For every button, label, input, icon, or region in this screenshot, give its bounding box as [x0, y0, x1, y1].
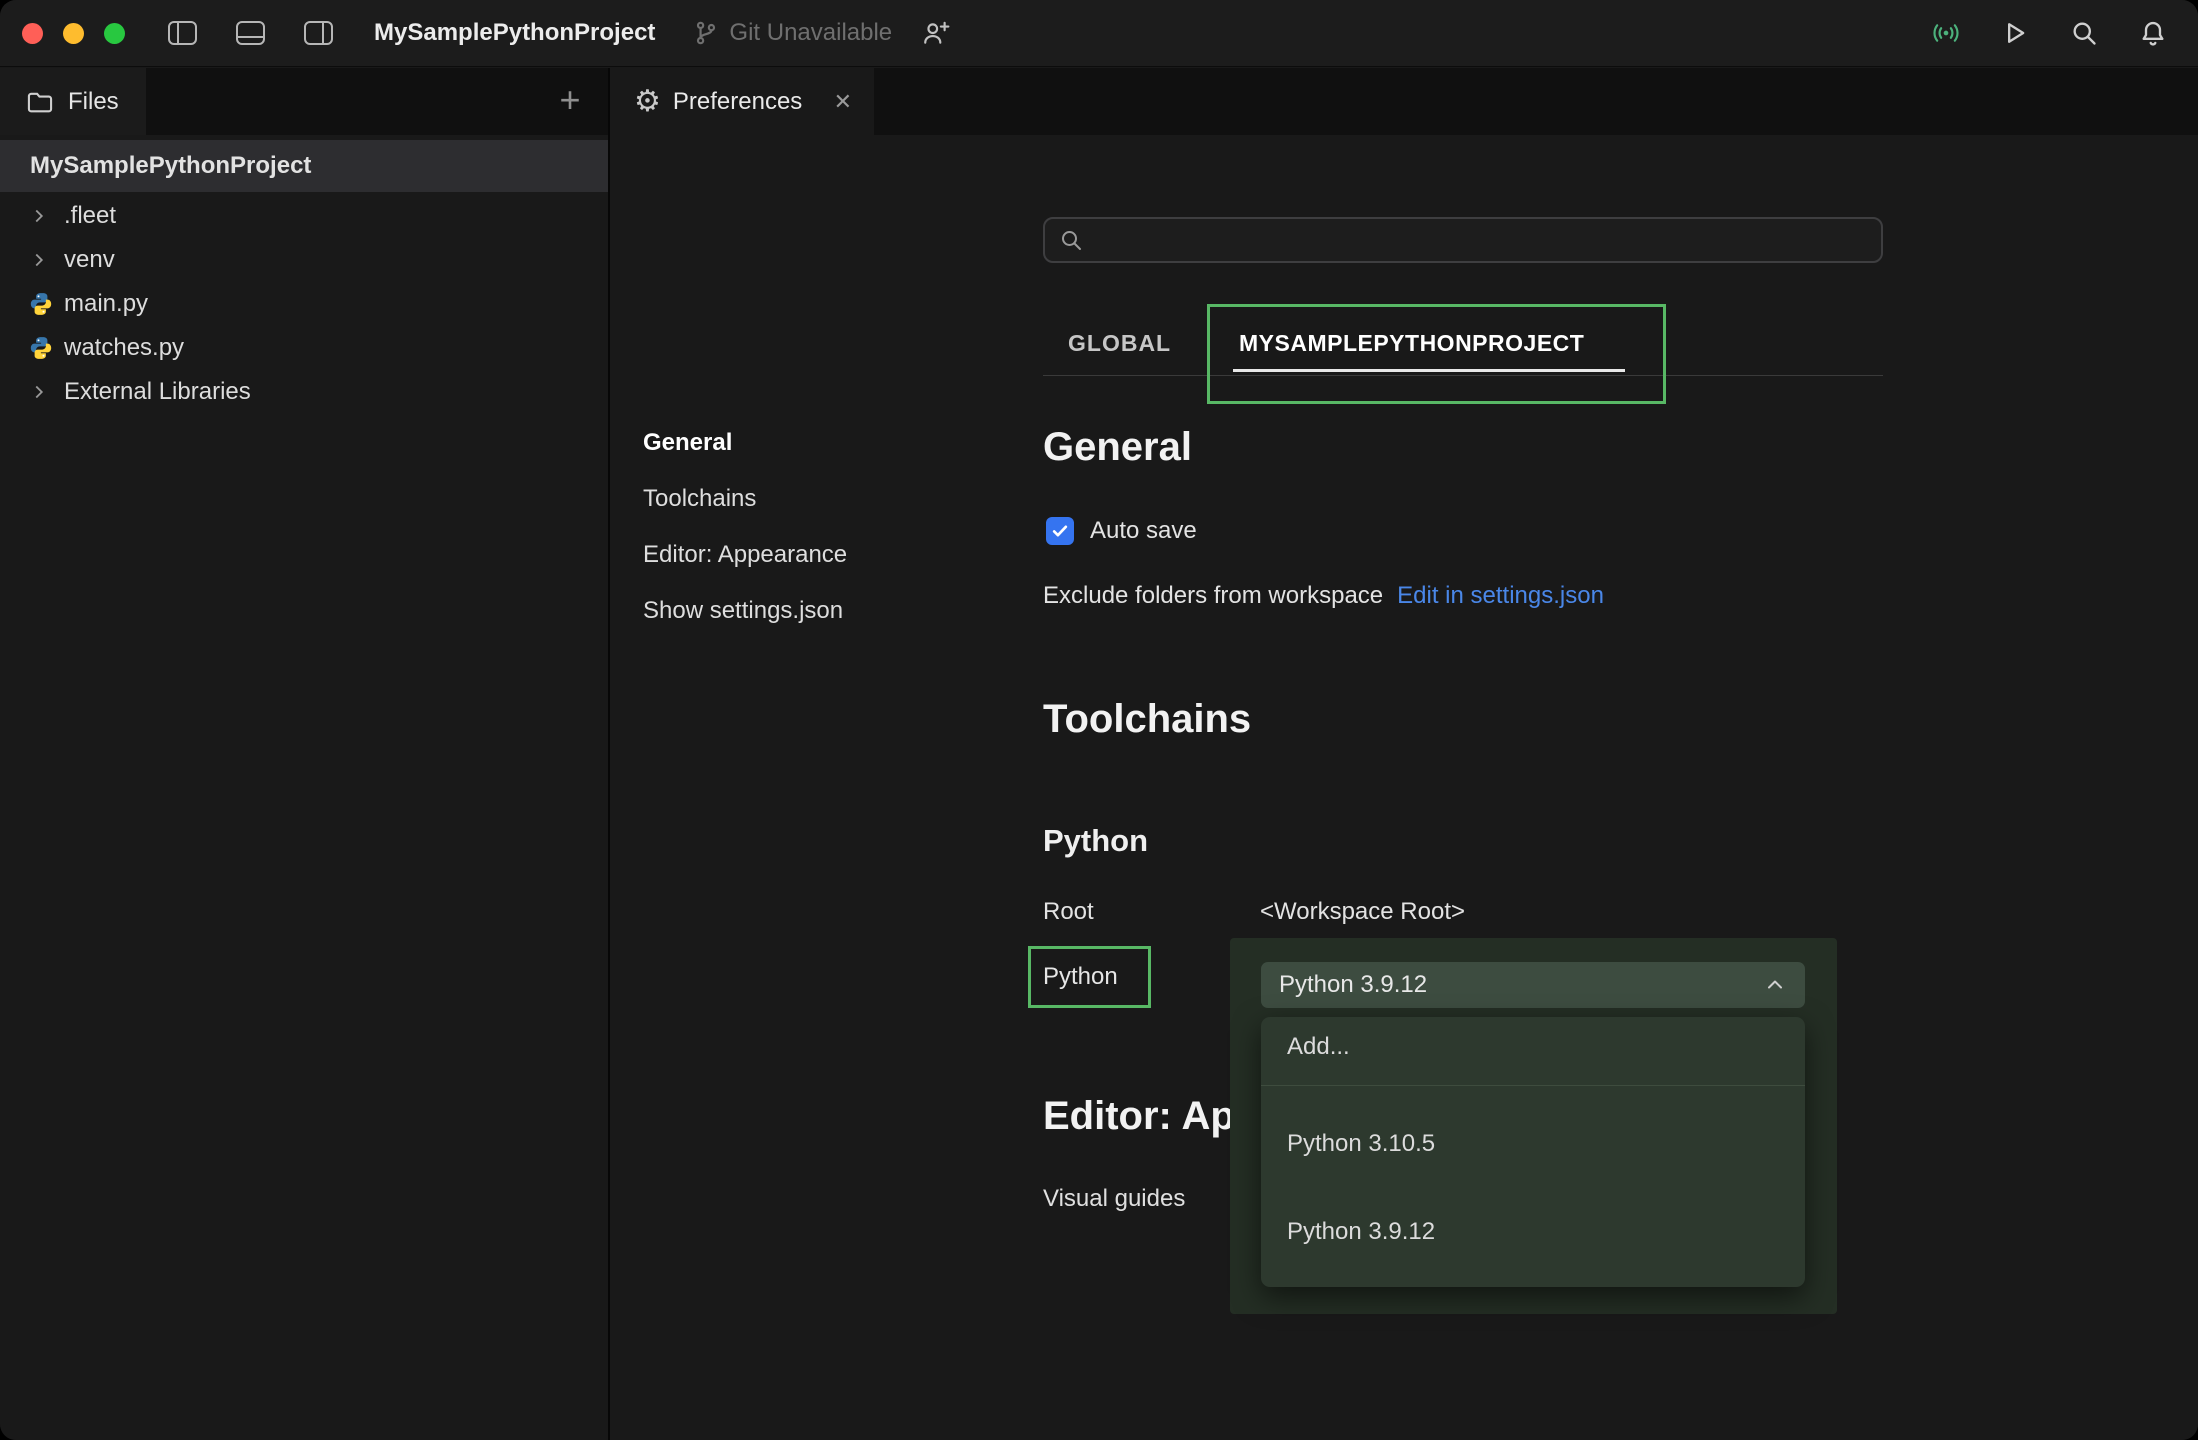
tree-item-main-py[interactable]: main.py	[0, 282, 608, 326]
preferences-tab[interactable]: ⚙ Preferences ✕	[612, 68, 874, 135]
tree-item-watches-py[interactable]: watches.py	[0, 326, 608, 370]
general-heading: General	[1043, 423, 1192, 471]
left-panel-toggle-icon[interactable]	[167, 19, 198, 47]
menu-item-python-3-10-5[interactable]: Python 3.10.5	[1261, 1119, 1805, 1169]
tree-item-label: .fleet	[64, 202, 116, 230]
auto-save-label: Auto save	[1090, 517, 1197, 545]
menu-item-python-3-9-12[interactable]: Python 3.9.12	[1261, 1207, 1805, 1257]
traffic-lights	[22, 23, 125, 44]
root-label: Root	[1043, 897, 1094, 927]
git-status[interactable]: Git Unavailable	[693, 19, 892, 47]
zoom-window-button[interactable]	[104, 23, 125, 44]
run-icon[interactable]	[1999, 19, 2030, 47]
python-version-select-value: Python 3.9.12	[1279, 971, 1427, 999]
tree-item-venv[interactable]: venv	[0, 238, 608, 282]
nav-item-toolchains[interactable]: Toolchains	[643, 485, 847, 513]
files-tab-label: Files	[68, 88, 119, 116]
search-icon	[1059, 228, 1083, 252]
scope-tab-global[interactable]: GLOBAL	[1068, 323, 1171, 363]
root-value: <Workspace Root>	[1260, 897, 1465, 927]
preferences-page: GLOBAL MYSAMPLEPYTHONPROJECT General Too…	[612, 135, 2198, 1440]
nav-item-general[interactable]: General	[643, 429, 847, 457]
add-tool-button[interactable]: +	[550, 80, 590, 120]
active-scope-underline	[1233, 369, 1625, 372]
bottom-panel-toggle-icon[interactable]	[235, 19, 266, 47]
sidebar-tab-strip: Files +	[0, 68, 608, 135]
python-version-select[interactable]: Python 3.9.12	[1261, 962, 1805, 1008]
app-window: MySamplePythonProject Git Unavailable	[0, 0, 2198, 1440]
gear-icon: ⚙	[634, 87, 661, 117]
python-section-heading: Python	[1043, 822, 1148, 860]
tree-item-label: main.py	[64, 290, 148, 318]
project-root-row[interactable]: MySamplePythonProject	[0, 140, 608, 192]
share-session-icon[interactable]	[1930, 19, 1961, 47]
settings-nav: General Toolchains Editor: Appearance Sh…	[643, 429, 847, 625]
editor-tab-strip: ⚙ Preferences ✕	[612, 68, 2198, 135]
minimize-window-button[interactable]	[63, 23, 84, 44]
close-tab-icon[interactable]: ✕	[834, 89, 852, 115]
close-window-button[interactable]	[22, 23, 43, 44]
settings-search-input[interactable]	[1093, 219, 1881, 261]
tree-item-label: venv	[64, 246, 115, 274]
title-bar: MySamplePythonProject Git Unavailable	[0, 0, 2198, 67]
python-file-icon	[28, 291, 54, 317]
scope-tabs-rule	[1043, 375, 1883, 376]
python-version-menu: Add... Python 3.10.5 Python 3.9.12	[1261, 1017, 1805, 1287]
chevron-right-icon	[28, 205, 50, 227]
python-file-icon	[28, 335, 54, 361]
chevron-right-icon	[28, 249, 50, 271]
tree-item-fleet[interactable]: .fleet	[0, 194, 608, 238]
right-panel-toggle-icon[interactable]	[303, 19, 334, 47]
files-tab[interactable]: Files	[0, 68, 146, 135]
toolbar-right	[1930, 19, 2168, 47]
tree-item-label: watches.py	[64, 334, 184, 362]
invite-collaborator-icon[interactable]	[922, 20, 950, 46]
notifications-bell-icon[interactable]	[2137, 19, 2168, 47]
panel-toggles	[167, 19, 334, 47]
folder-icon	[26, 89, 54, 115]
settings-search-box[interactable]	[1043, 217, 1883, 263]
tree-item-external-libraries[interactable]: External Libraries	[0, 370, 608, 414]
scope-tab-project[interactable]: MYSAMPLEPYTHONPROJECT	[1239, 323, 1584, 363]
edit-settings-json-link[interactable]: Edit in settings.json	[1397, 582, 1604, 610]
visual-guides-label: Visual guides	[1043, 1184, 1185, 1214]
git-status-label: Git Unavailable	[729, 19, 892, 47]
git-branch-icon	[693, 20, 719, 46]
chevron-up-icon	[1763, 973, 1787, 997]
menu-item-add[interactable]: Add...	[1261, 1022, 1805, 1072]
show-settings-json-link[interactable]: Show settings.json	[643, 597, 847, 625]
auto-save-checkbox[interactable]	[1046, 517, 1074, 545]
preferences-tab-label: Preferences	[673, 88, 802, 116]
chevron-right-icon	[28, 381, 50, 403]
search-icon[interactable]	[2068, 19, 2099, 47]
exclude-folders-row: Exclude folders from workspace Edit in s…	[1043, 581, 1604, 611]
project-root-label: MySamplePythonProject	[30, 152, 311, 180]
auto-save-row: Auto save	[1046, 517, 1197, 545]
menu-separator	[1261, 1085, 1805, 1086]
python-dropdown-highlight: Python 3.9.12 Add... Python 3.10.5 Pytho…	[1230, 938, 1837, 1314]
files-panel: Files + MySamplePythonProject .fleet ven…	[0, 68, 610, 1440]
python-setting-label: Python	[1043, 962, 1118, 992]
tree-item-label: External Libraries	[64, 378, 251, 406]
exclude-folders-label: Exclude folders from workspace	[1043, 582, 1383, 610]
file-tree: .fleet venv main.py	[0, 194, 608, 414]
toolchains-heading: Toolchains	[1043, 695, 1251, 743]
nav-item-editor-appearance[interactable]: Editor: Appearance	[643, 541, 847, 569]
window-title: MySamplePythonProject	[374, 19, 655, 47]
